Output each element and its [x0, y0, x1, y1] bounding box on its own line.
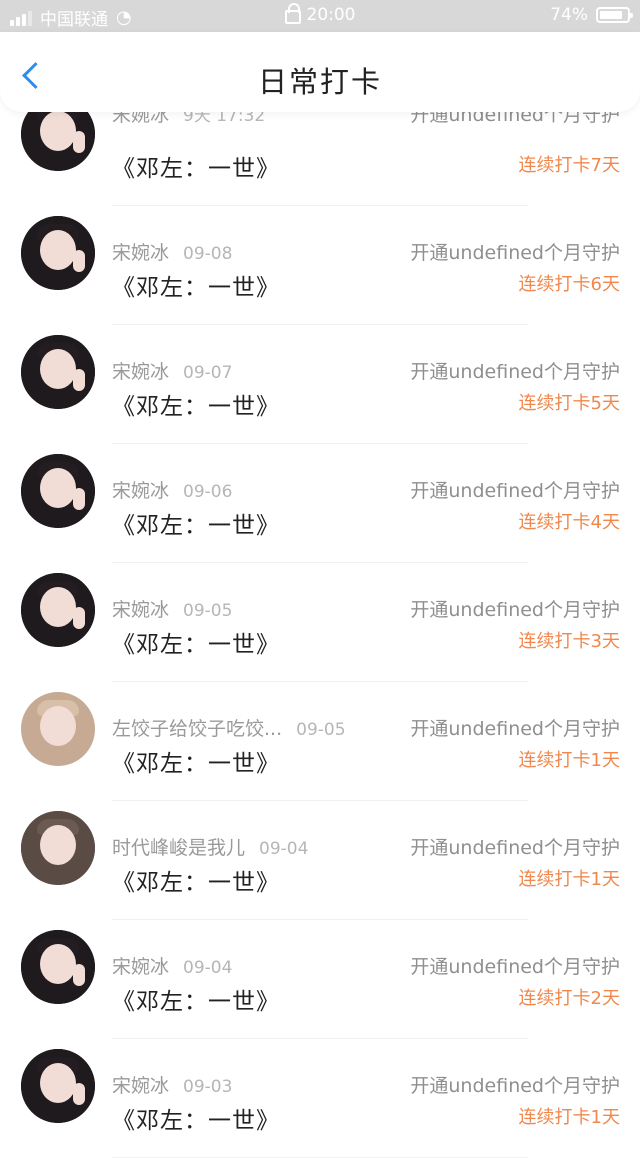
list-item[interactable]: 宋婉冰 09-08 《邓左：一世》 开通undefined个月守护 连续打卡6天: [0, 206, 640, 325]
user-name: 宋婉冰 09-07: [112, 361, 233, 383]
battery-icon: [596, 7, 633, 23]
song-title: 《邓左：一世》: [112, 275, 280, 301]
song-title: 《邓左：一世》: [112, 156, 280, 182]
guard-status: 开通undefined个月守护: [410, 1075, 620, 1097]
song-title: 《邓左：一世》: [112, 870, 280, 896]
checkin-streak: 连续打卡2天: [518, 988, 620, 1009]
user-name: 宋婉冰 09-08: [112, 242, 233, 264]
guard-status: 开通undefined个月守护: [410, 837, 620, 859]
guard-status: 开通undefined个月守护: [410, 718, 620, 740]
guard-status: 开通undefined个月守护: [410, 956, 620, 978]
guard-status: 开通undefined个月守护: [410, 599, 620, 621]
checkin-date: 09-04: [259, 839, 309, 859]
avatar[interactable]: [21, 454, 95, 528]
checkin-date: 09-08: [183, 244, 233, 264]
song-title: 《邓左：一世》: [112, 1108, 280, 1134]
song-title: 《邓左：一世》: [112, 394, 280, 420]
user-name: 左饺子给饺子吃饺... 09-05: [112, 718, 346, 740]
user-name: 时代峰峻是我儿 09-04: [112, 837, 309, 859]
guard-status: 开通undefined个月守护: [410, 361, 620, 383]
checkin-date: 09-05: [183, 601, 233, 621]
checkin-date: 09-03: [183, 1077, 233, 1097]
avatar[interactable]: [21, 335, 95, 409]
checkin-streak: 连续打卡1天: [518, 1107, 620, 1128]
status-bar: 中国联通 ◔ 20:00 74%: [0, 0, 640, 32]
checkin-streak: 连续打卡3天: [518, 631, 620, 652]
checkin-date: 09-07: [183, 363, 233, 383]
list-item[interactable]: 宋婉冰 09-03 《邓左：一世》 开通undefined个月守护 连续打卡1天: [0, 1039, 640, 1158]
checkin-date: 09-06: [183, 482, 233, 502]
avatar[interactable]: [21, 1049, 95, 1123]
lock-icon: [284, 3, 301, 24]
checkin-streak: 连续打卡1天: [518, 750, 620, 771]
list-item[interactable]: 宋婉冰 09-04 《邓左：一世》 开通undefined个月守护 连续打卡2天: [0, 920, 640, 1039]
avatar[interactable]: [21, 573, 95, 647]
list-item[interactable]: 宋婉冰 09-06 《邓左：一世》 开通undefined个月守护 连续打卡4天: [0, 444, 640, 563]
user-name: 宋婉冰 09-05: [112, 599, 233, 621]
battery-percent: 74%: [550, 5, 588, 25]
checkin-date: 09-04: [183, 958, 233, 978]
checkin-streak: 连续打卡4天: [518, 512, 620, 533]
guard-status: 开通undefined个月守护: [410, 480, 620, 502]
user-name: 宋婉冰 09-06: [112, 480, 233, 502]
list-item[interactable]: 宋婉冰 09-07 《邓左：一世》 开通undefined个月守护 连续打卡5天: [0, 325, 640, 444]
guard-status: 开通undefined个月守护: [410, 242, 620, 264]
status-right: 74%: [550, 5, 633, 25]
time-label: 20:00: [306, 5, 356, 25]
list-item[interactable]: 左饺子给饺子吃饺... 09-05 《邓左：一世》 开通undefined个月守护…: [0, 682, 640, 801]
checkin-streak: 连续打卡5天: [518, 393, 620, 414]
app-header: 日常打卡: [0, 32, 640, 112]
user-name: 宋婉冰 09-04: [112, 956, 233, 978]
user-name: 宋婉冰 09-03: [112, 1075, 233, 1097]
list-item[interactable]: 时代峰峻是我儿 09-04 《邓左：一世》 开通undefined个月守护 连续打…: [0, 801, 640, 920]
page-title: 日常打卡: [257, 65, 382, 99]
song-title: 《邓左：一世》: [112, 632, 280, 658]
avatar[interactable]: [21, 930, 95, 1004]
checkin-list: 宋婉冰 9天 17:32 《邓左：一世》 开通undefined个月守护 连续打卡…: [0, 87, 640, 1158]
song-title: 《邓左：一世》: [112, 989, 280, 1015]
status-center: 20:00: [0, 3, 640, 25]
avatar[interactable]: [21, 216, 95, 290]
song-title: 《邓左：一世》: [112, 513, 280, 539]
checkin-date: 09-05: [296, 720, 346, 740]
song-title: 《邓左：一世》: [112, 751, 280, 777]
avatar[interactable]: [21, 692, 95, 766]
list-item[interactable]: 宋婉冰 09-05 《邓左：一世》 开通undefined个月守护 连续打卡3天: [0, 563, 640, 682]
checkin-streak: 连续打卡6天: [518, 274, 620, 295]
checkin-streak: 连续打卡7天: [518, 155, 620, 176]
avatar[interactable]: [21, 811, 95, 885]
checkin-streak: 连续打卡1天: [518, 869, 620, 890]
